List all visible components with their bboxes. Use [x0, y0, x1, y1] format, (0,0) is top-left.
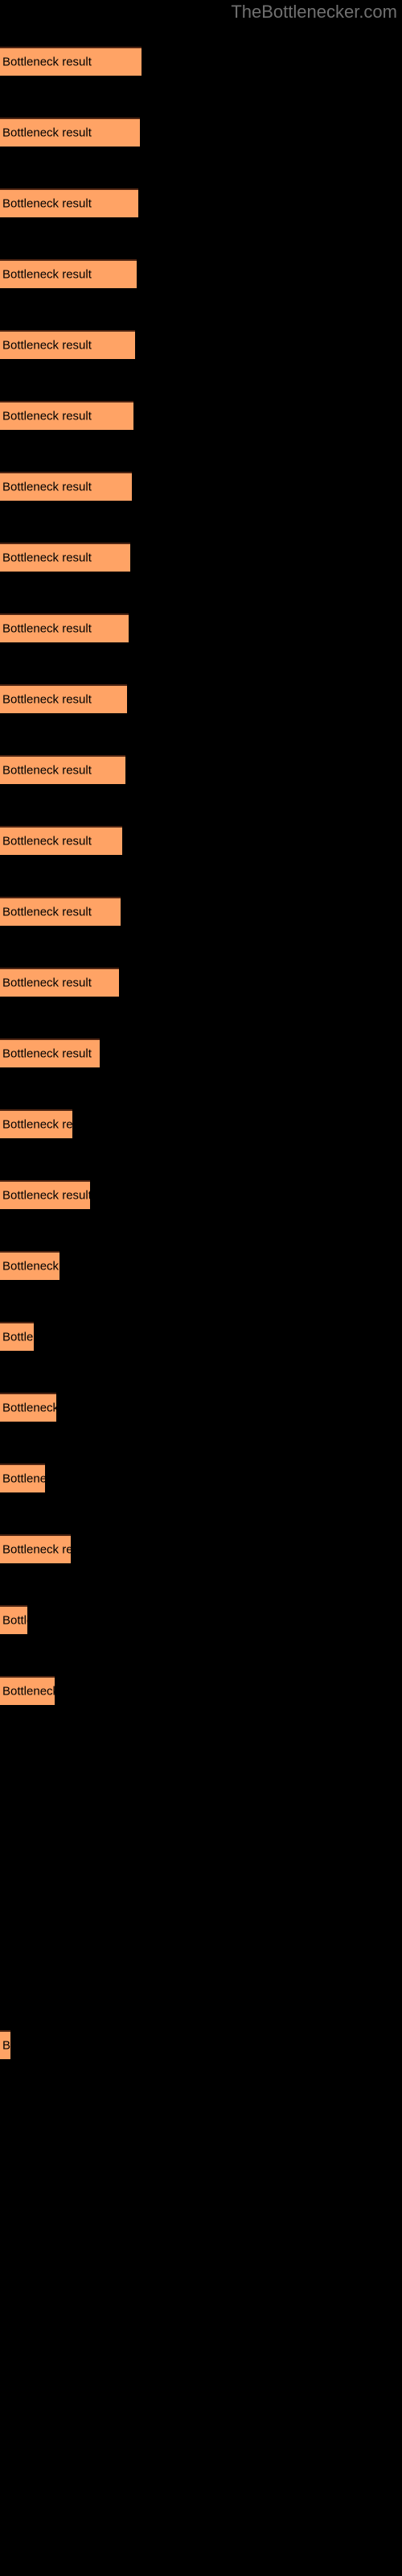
bar-25: Bottleneck result [0, 2030, 10, 2059]
bar-22: Bottleneck result [0, 1534, 71, 1563]
bar-label: Bottleneck result [2, 1542, 71, 1557]
bar-label: Bottleneck result [2, 1330, 34, 1344]
bar-label: Bottleneck result [2, 126, 92, 140]
bar-label: Bottleneck result [2, 1046, 92, 1061]
bar-14: Bottleneck result [0, 968, 119, 997]
bar-5: Bottleneck result [0, 330, 135, 359]
bar-label: Bottleneck result [2, 834, 92, 848]
bottleneck-bar-chart: Bottleneck result Bottleneck result Bottle… [0, 0, 402, 2576]
bar-label: Bottleneck result [2, 267, 92, 282]
bar-label: Bottleneck result [2, 763, 92, 778]
bar-label: Bottleneck result [2, 551, 92, 565]
bar-label: Bottleneck result [2, 196, 92, 211]
bar-12: Bottleneck result [0, 826, 122, 855]
bar-16: Bottleneck result [0, 1109, 72, 1138]
bar-1: Bottleneck result [0, 47, 142, 76]
bar-label: Bottleneck result [2, 692, 92, 707]
bar-label: Bottleneck result [2, 1401, 56, 1415]
bar-label: Bottleneck result [2, 338, 92, 353]
bar-label: Bottleneck result [2, 1188, 90, 1203]
bar-15: Bottleneck result [0, 1038, 100, 1067]
bar-2: Bottleneck result [0, 118, 140, 147]
bar-label: Bottleneck result [2, 1472, 45, 1486]
bar-label: Bottleneck result [2, 1684, 55, 1699]
bar-7: Bottleneck result [0, 472, 132, 501]
bar-label: Bottleneck result [2, 480, 92, 494]
bar-24: Bottleneck result [0, 1676, 55, 1705]
bar-label: Bottleneck result [2, 409, 92, 423]
bar-21: Bottleneck result [0, 1463, 45, 1492]
bar-6: Bottleneck result [0, 401, 133, 430]
bar-3: Bottleneck result [0, 188, 138, 217]
bar-11: Bottleneck result [0, 755, 125, 784]
bar-label: Bottleneck result [2, 621, 92, 636]
bar-17: Bottleneck result [0, 1180, 90, 1209]
bar-20: Bottleneck result [0, 1393, 56, 1422]
bar-23: Bottleneck result [0, 1605, 27, 1634]
bar-18: Bottleneck result [0, 1251, 59, 1280]
bar-label: Bottleneck result [2, 976, 92, 990]
bar-label: Bottleneck result [2, 2038, 10, 2053]
bar-9: Bottleneck result [0, 613, 129, 642]
bar-label: Bottleneck result [2, 1259, 59, 1274]
bar-8: Bottleneck result [0, 543, 130, 572]
bar-label: Bottleneck result [2, 1117, 72, 1132]
bar-13: Bottleneck result [0, 897, 121, 926]
bar-4: Bottleneck result [0, 259, 137, 288]
bar-label: Bottleneck result [2, 55, 92, 69]
bar-10: Bottleneck result [0, 684, 127, 713]
bar-19: Bottleneck result [0, 1322, 34, 1351]
bar-label: Bottleneck result [2, 905, 92, 919]
bar-label: Bottleneck result [2, 1613, 27, 1628]
